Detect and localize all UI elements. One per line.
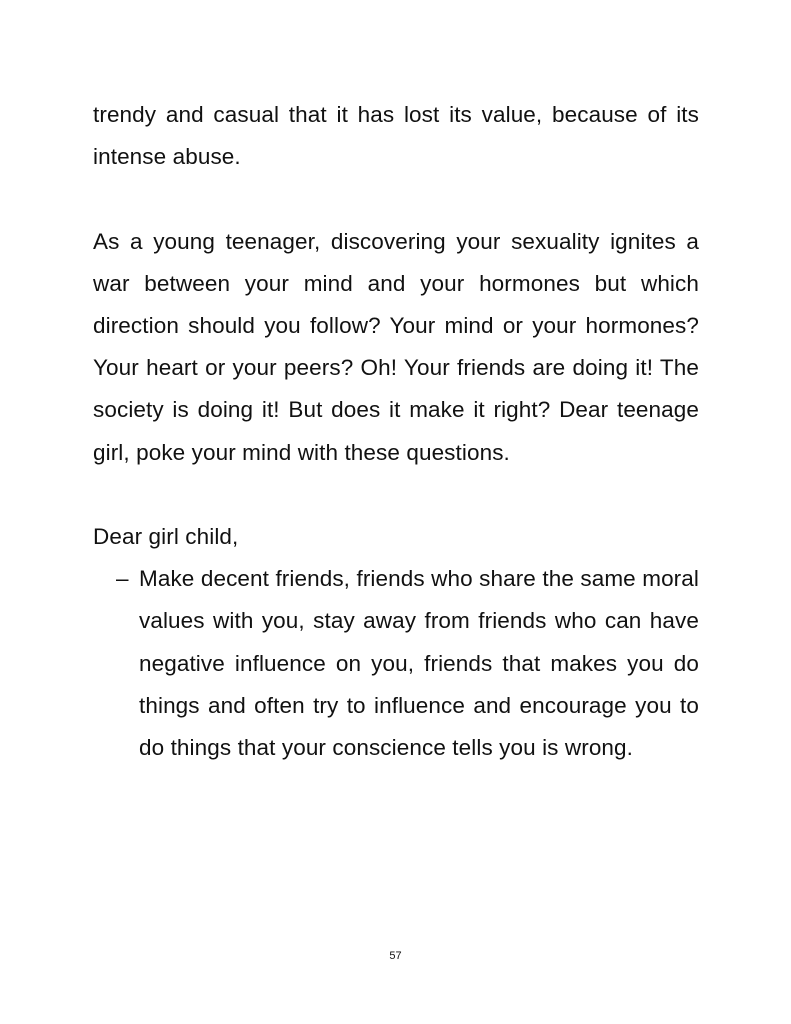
list-item: – Make decent friends, friends who share… <box>93 558 699 769</box>
paragraph-continuation: trendy and casual that it has lost its v… <box>93 102 699 170</box>
document-page: trendy and casual that it has lost its v… <box>0 0 791 1024</box>
salutation: Dear girl child, <box>93 524 239 549</box>
paragraph-teenager: As a young teenager, discovering your se… <box>93 228 699 465</box>
list-item-text: Make decent friends, friends who share t… <box>139 566 699 761</box>
page-body: trendy and casual that it has lost its v… <box>93 94 699 769</box>
dash-bullet-icon: – <box>116 566 129 592</box>
page-number: 57 <box>389 950 402 962</box>
